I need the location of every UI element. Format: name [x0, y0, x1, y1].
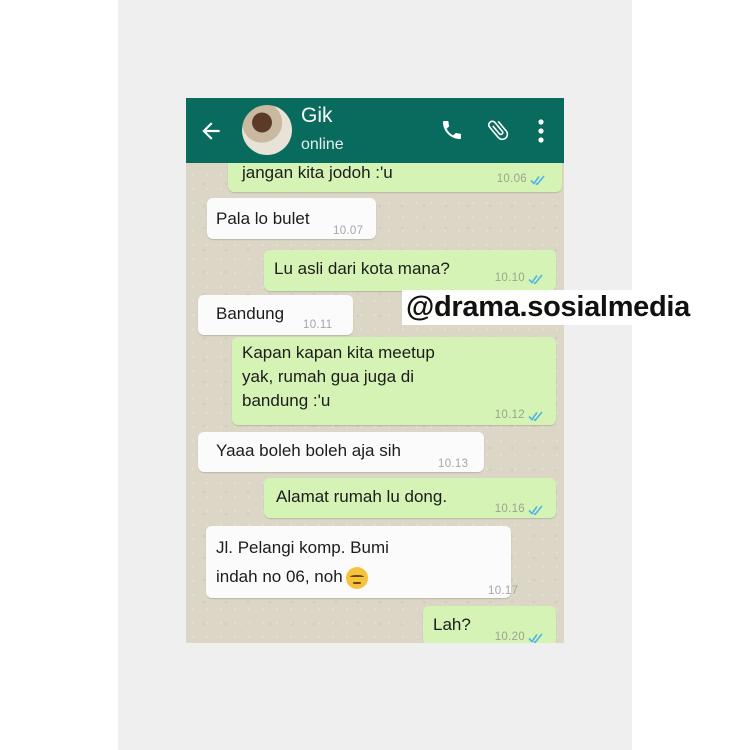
more-vertical-icon[interactable] — [537, 118, 545, 144]
message-line: Jl. Pelangi komp. Bumi — [216, 538, 389, 557]
phone-call-icon[interactable] — [440, 118, 464, 142]
message-time: 10.12 — [494, 409, 525, 421]
message-text: Bandung — [216, 304, 285, 323]
message-time: 10.06 — [496, 173, 527, 185]
message-time: 10.16 — [494, 503, 525, 515]
contact-status: online — [301, 136, 344, 153]
message-bubble-outgoing[interactable]: Lah? 10.20 — [423, 606, 556, 643]
message-line: yak, rumah gua juga di — [242, 367, 414, 386]
message-meta: 10.13 — [438, 452, 468, 477]
message-meta: 10.11 — [303, 313, 332, 338]
message-line: Kapan kapan kita meetup — [242, 343, 435, 362]
unamused-face-emoji — [345, 566, 368, 589]
message-text: Jl. Pelangi komp. Bumi indah no 06, noh — [216, 533, 389, 591]
message-bubble-outgoing[interactable]: Alamat rumah lu dong. 10.16 — [264, 478, 556, 518]
chat-header: Gik online — [186, 98, 564, 163]
message-bubble-incoming[interactable]: Jl. Pelangi komp. Bumi indah no 06, noh … — [206, 526, 518, 598]
message-text: Lah? — [433, 615, 471, 634]
message-line: bandung :'u — [242, 391, 331, 410]
message-meta: 10.16 — [495, 497, 544, 522]
message-time: 10.10 — [494, 272, 525, 284]
double-check-icon — [528, 273, 543, 284]
message-text: Pala lo bulet — [216, 209, 310, 228]
message-time: 10.13 — [438, 458, 469, 470]
contact-name[interactable]: Gik — [301, 104, 333, 128]
avatar[interactable] — [242, 105, 292, 155]
message-meta: 10.12 — [495, 403, 544, 428]
message-time: 10.11 — [303, 319, 333, 331]
back-arrow-icon[interactable] — [198, 118, 224, 144]
message-bubble-outgoing[interactable]: Lu asli dari kota mana? 10.10 — [264, 250, 556, 291]
message-meta: 10.20 — [495, 625, 544, 643]
message-time: 10.07 — [333, 225, 364, 237]
message-time: 10.20 — [494, 631, 525, 643]
message-text: jangan kita jodoh :'u — [242, 163, 393, 182]
message-bubble-outgoing[interactable]: Kapan kapan kita meetup yak, rumah gua j… — [232, 337, 556, 425]
double-check-icon — [528, 632, 543, 643]
message-meta: 10.07 — [333, 219, 363, 244]
message-meta: 10.10 — [495, 266, 544, 291]
message-time: 10.17 — [488, 585, 519, 597]
message-text: Yaaa boleh boleh aja sih — [216, 441, 401, 460]
chat-screen: Gik online jangan kita jodoh :'u 10.06 P… — [186, 98, 564, 643]
double-check-icon — [528, 504, 543, 515]
message-line-text: indah no 06, noh — [216, 567, 343, 586]
message-text: Lu asli dari kota mana? — [274, 259, 450, 278]
watermark: @drama.sosialmedia — [402, 290, 695, 325]
message-bubble-incoming[interactable]: Yaaa boleh boleh aja sih 10.13 — [198, 432, 484, 472]
double-check-icon — [530, 174, 545, 185]
message-meta: 10.17 — [488, 579, 518, 604]
double-check-icon — [528, 410, 543, 421]
message-text: Kapan kapan kita meetup yak, rumah gua j… — [242, 341, 435, 413]
message-meta: 10.06 — [497, 167, 546, 192]
message-line: indah no 06, noh — [216, 562, 389, 591]
message-bubble-incoming[interactable]: Pala lo bulet 10.07 — [207, 198, 376, 239]
paperclip-icon[interactable] — [485, 116, 511, 144]
message-bubble-incoming[interactable]: Bandung 10.11 — [198, 295, 353, 335]
message-text: Alamat rumah lu dong. — [276, 487, 448, 506]
